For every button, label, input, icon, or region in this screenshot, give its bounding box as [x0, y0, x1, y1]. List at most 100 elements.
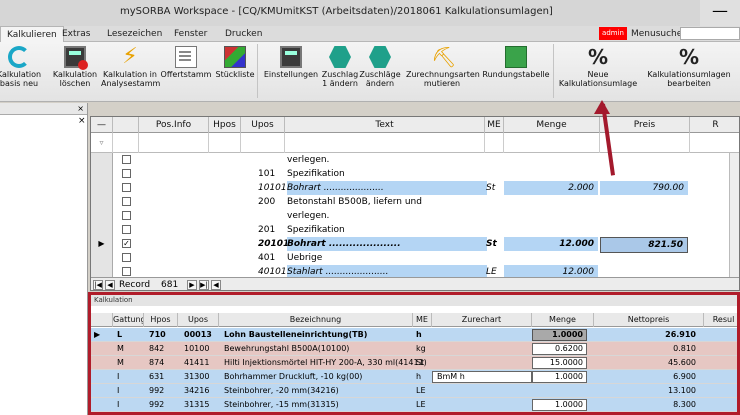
kheader-gattung[interactable]: Gattung: [113, 313, 144, 327]
table-row[interactable]: 200 Betonstahl B500B, liefern und: [91, 195, 739, 209]
rundungstabelle-button[interactable]: Rundungstabelle: [480, 44, 552, 98]
row-handle[interactable]: [91, 167, 113, 181]
last-record-button[interactable]: ▶|: [199, 280, 209, 290]
zuschlaege-aendern-button[interactable]: Zuschläge ändern: [359, 44, 401, 98]
tab-extras[interactable]: Extras: [62, 26, 90, 42]
menge-cell[interactable]: 1.0000: [532, 399, 587, 411]
kalkulation-row[interactable]: I 631 31300 Bohrhammer Druckluft, -10 kg(00…: [91, 370, 737, 384]
tab-fenster[interactable]: Fenster: [174, 26, 207, 42]
grid-close-button[interactable]: ×: [78, 116, 86, 126]
einstellungen-button[interactable]: Einstellungen: [262, 44, 320, 98]
minimize-button[interactable]: —: [700, 0, 740, 26]
first-record-button[interactable]: |◀: [93, 280, 103, 290]
kheader-resul[interactable]: Resul: [704, 313, 737, 327]
menge-cell[interactable]: 15.0000: [532, 357, 587, 369]
filter-cell[interactable]: [139, 133, 209, 153]
row-checkbox[interactable]: [122, 169, 131, 178]
neue-kalkulationsumlage-button[interactable]: % Neue Kalkulationsumlage: [558, 44, 638, 98]
table-row[interactable]: 101 Spezifikation: [91, 167, 739, 181]
ribbon: Kalkulation basis neu Kalkulation lösche…: [0, 42, 740, 102]
kheader-zurechart[interactable]: Zurechart: [432, 313, 532, 327]
kheader-hpos[interactable]: Hpos: [144, 313, 178, 327]
menge-cell[interactable]: 0.6200: [532, 343, 587, 355]
preis-cell[interactable]: 790.00: [600, 181, 688, 195]
kalkulation-loeschen-button[interactable]: Kalkulation löschen: [50, 44, 100, 98]
table-row[interactable]: 401 Uebrige: [91, 251, 739, 265]
row-checkbox[interactable]: [122, 253, 131, 262]
grid-header-preis[interactable]: Preis: [600, 117, 690, 133]
grid-header-hpos[interactable]: Hpos: [209, 117, 241, 133]
kheader-bezeichnung[interactable]: Bezeichnung: [219, 313, 413, 327]
grid-header-menge[interactable]: Menge: [504, 117, 600, 133]
next-record-button[interactable]: ▶: [187, 280, 197, 290]
table-row[interactable]: verlegen.: [91, 153, 739, 167]
kalkulation-in-analysestamm-button[interactable]: ⚡ Kalkulation in Analysestamm: [101, 44, 160, 98]
grid-header-me[interactable]: ME: [485, 117, 504, 133]
me-cell: h: [416, 372, 422, 381]
row-checkbox[interactable]: [122, 197, 131, 206]
menge-cell[interactable]: 1.0000: [532, 329, 587, 341]
filter-cell[interactable]: [485, 133, 504, 153]
filter-cell[interactable]: [113, 133, 139, 153]
kheader-upos[interactable]: Upos: [178, 313, 219, 327]
upos-cell: 34216: [184, 386, 210, 395]
row-handle[interactable]: ▶: [91, 237, 113, 251]
table-row[interactable]: 10101 Bohrart ..................... St 2.00…: [91, 181, 739, 195]
admin-badge: admin: [599, 27, 627, 40]
menu-search-input[interactable]: [680, 27, 740, 40]
rounding-table-icon: [505, 46, 527, 68]
positions-grid: — Pos.Info Hpos Upos Text ME Menge Preis…: [90, 116, 740, 291]
tab-lesezeichen[interactable]: Lesezeichen: [107, 26, 162, 42]
menge-cell[interactable]: 1.0000: [532, 371, 587, 383]
kalkulationsbasis-neu-button[interactable]: Kalkulation basis neu: [0, 44, 44, 98]
grid-header-text[interactable]: Text: [285, 117, 485, 133]
grid-header-posinfo[interactable]: Pos.Info: [139, 117, 209, 133]
zurechnungsarten-mutieren-button[interactable]: ⛏ Zurechnungsarten mutieren: [406, 44, 480, 98]
filter-cell[interactable]: [600, 133, 690, 153]
kalkulation-row[interactable]: I 992 34216 Steinbohrer, -20 mm(34216) LE 13.…: [91, 384, 737, 398]
filter-cell[interactable]: [285, 133, 485, 153]
menge-cell[interactable]: 12.000: [504, 237, 598, 251]
kalkulationsumlagen-bearbeiten-button[interactable]: % Kalkulationsumlagen bearbeiten: [640, 44, 738, 98]
row-checkbox[interactable]: [122, 211, 131, 220]
row-checkbox[interactable]: [122, 155, 131, 164]
tab-kalkulieren[interactable]: Kalkulieren: [0, 26, 64, 43]
prev-record-button[interactable]: ◀: [105, 280, 115, 290]
kheader-me[interactable]: ME: [413, 313, 432, 327]
tab-drucken[interactable]: Drucken: [225, 26, 262, 42]
row-handle[interactable]: [91, 195, 113, 209]
table-row[interactable]: ▶ ✓ 20101 Bohrart ..................... St 12…: [91, 237, 739, 253]
row-checkbox[interactable]: [122, 267, 131, 276]
row-handle[interactable]: [91, 209, 113, 223]
zurechart-input[interactable]: BmM h: [432, 371, 532, 383]
zuschlag-aendern-button[interactable]: Zuschlag 1 ändern: [320, 44, 360, 98]
table-row[interactable]: verlegen.: [91, 209, 739, 223]
stueckliste-button[interactable]: Stückliste: [213, 44, 257, 98]
new-record-button[interactable]: ◀: [211, 280, 221, 290]
filter-cell[interactable]: [209, 133, 241, 153]
menge-cell[interactable]: 2.000: [504, 181, 598, 195]
row-checkbox[interactable]: [122, 183, 131, 192]
grid-vertical-scrollbar[interactable]: [729, 153, 739, 278]
row-handle[interactable]: [91, 181, 113, 195]
kalkulation-row[interactable]: ▶ L 710 00013 Lohn Baustelleneinrichtung(TB)…: [91, 328, 737, 342]
kalkulation-row[interactable]: I 992 31315 Steinbohrer, -15 mm(31315) LE 1.0…: [91, 398, 737, 412]
kalkulation-row[interactable]: M 874 41411 Hilti Injektionsmörtel HIT-HY 2…: [91, 356, 737, 370]
row-handle[interactable]: [91, 153, 113, 167]
kheader-menge[interactable]: Menge: [532, 313, 594, 327]
row-handle[interactable]: [91, 223, 113, 237]
kalkulation-row[interactable]: M 842 10100 Bewehrungstahl B500A(10100) kg 0.…: [91, 342, 737, 356]
left-pane-close-button[interactable]: ×: [77, 104, 84, 113]
row-checkbox[interactable]: [122, 225, 131, 234]
title-bar: mySORBA Workspace - [CQ/KMUmitKST (Arbei…: [0, 0, 740, 26]
filter-cell[interactable]: [504, 133, 600, 153]
table-row[interactable]: 201 Spezifikation: [91, 223, 739, 237]
filter-cell[interactable]: [241, 133, 285, 153]
filter-icon[interactable]: ▿: [91, 133, 113, 153]
grid-header-upos[interactable]: Upos: [241, 117, 285, 133]
offertstamm-button[interactable]: Offertstamm: [160, 44, 212, 98]
kheader-nettopreis[interactable]: Nettopreis: [594, 313, 704, 327]
row-checkbox[interactable]: ✓: [122, 239, 131, 248]
row-handle[interactable]: [91, 251, 113, 265]
grid-header-r[interactable]: R: [690, 117, 739, 133]
